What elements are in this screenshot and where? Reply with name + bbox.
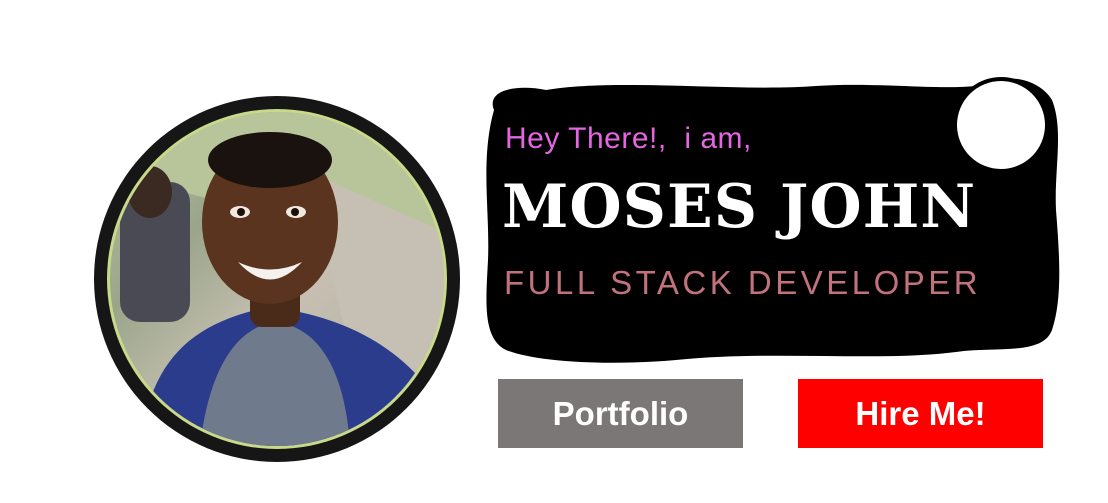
profile-name: MOSES JOHN (502, 172, 977, 242)
avatar-border (107, 109, 447, 449)
profile-photo (110, 112, 444, 446)
hero-section: Hey There!, i am, MOSES JOHN FULL STACK … (0, 0, 1108, 503)
avatar (94, 96, 460, 462)
greeting-text: Hey There!, i am, (505, 122, 752, 155)
portfolio-button[interactable]: Portfolio (498, 379, 743, 448)
hire-me-button[interactable]: Hire Me! (798, 379, 1043, 448)
profile-role: FULL STACK DEVELOPER (504, 264, 982, 301)
